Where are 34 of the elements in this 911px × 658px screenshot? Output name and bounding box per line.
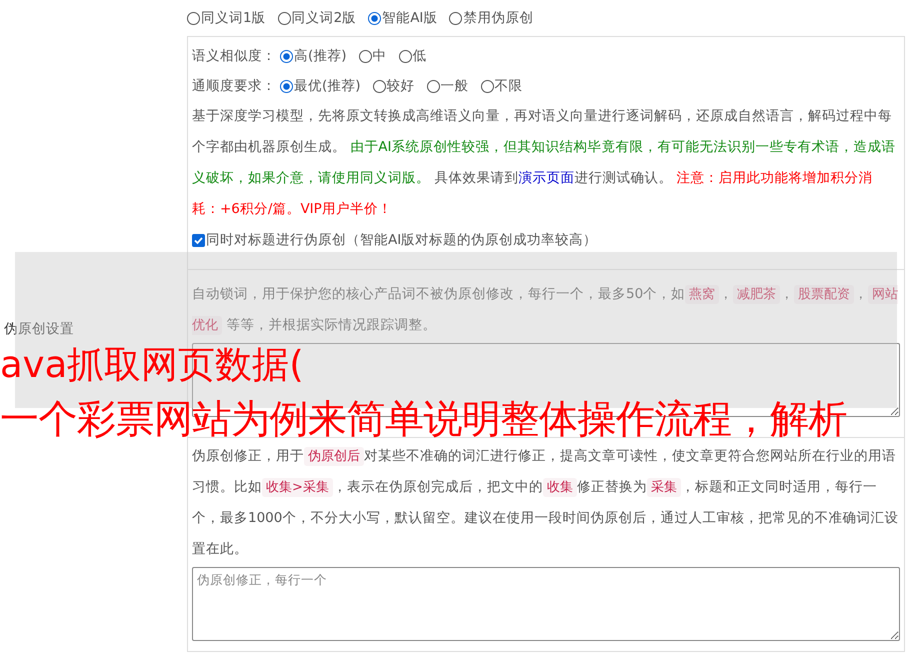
checkbox[interactable] (192, 234, 205, 246)
section-label: 伪原创设置 (4, 320, 74, 338)
field-label: 语义相似度： (192, 47, 276, 65)
demo-page-link[interactable]: 演示页面 (518, 170, 574, 186)
description-text: 基于深度学习模型，先将原文转换成高维语义向量，再对语义向量进行逐词解码，还原成自然语言，解码过程中每个字都由机器原创生成。 由于AI系统原创性较强，但其知识结构毕竟有限，有可能无法识别一些专有术语，造成语义破坏，如果介意，请使用同义词版。 具体效果请到演示页面进行测试确认。 注意：启用此功能将增加积分消耗：+6积分/篇。VIP用户半价！ (192, 107, 897, 219)
radio-button[interactable] (368, 12, 382, 24)
radio-button[interactable] (280, 50, 293, 62)
radio-option[interactable]: 同义词1版 (187, 9, 266, 27)
radio-option[interactable]: 禁用伪原创 (449, 9, 534, 27)
radio-button[interactable] (278, 12, 291, 24)
radio-button[interactable] (187, 12, 200, 24)
radio-option[interactable]: 智能AI版 (368, 9, 438, 27)
radio-button[interactable] (358, 50, 372, 62)
radio-option[interactable]: 低 (398, 47, 427, 65)
field-label: 通顺度要求： (192, 77, 276, 95)
radio-option[interactable]: 一般 (426, 77, 469, 95)
checkbox-option[interactable]: 同时对标题进行伪原创（智能AI版对标题的伪原创成功率较高） (192, 225, 598, 255)
radio-button[interactable] (398, 50, 412, 62)
radio-button[interactable] (372, 80, 386, 92)
description-text: 自动锁词，用于保护您的核心产品词不被伪原创修改，每行一个，最多50个，如 燕窝 ， 减肥茶 ， 股票配资 ， 网站优化 等等，并根据实际情况跟踪调整。 (192, 284, 900, 337)
radio-option[interactable]: 较好 (372, 77, 415, 95)
banner-title-text: ava抓取网页数据( (0, 342, 304, 388)
radio-option[interactable]: 高(推荐) (280, 47, 347, 65)
radio-button[interactable] (449, 12, 462, 24)
radio-option[interactable]: 最优(推荐) (280, 77, 361, 95)
radio-option[interactable]: 中 (358, 47, 387, 65)
radio-option[interactable]: 同义词2版 (278, 9, 356, 27)
radio-button[interactable] (280, 80, 293, 92)
radio-button[interactable] (426, 80, 440, 92)
radio-button[interactable] (480, 80, 494, 92)
radio-option[interactable]: 不限 (480, 77, 523, 95)
input-field[interactable]: 伪原创修正，每行一个 (192, 567, 900, 641)
banner-title-text: 一个彩票网站为例来简单说明整体操作流程，解析 (0, 396, 847, 444)
description-text: 伪原创修正，用于 伪原创后 对某些不准确的词汇进行修正，提高文章可读性，使文章更符合您网站所在行业的用语习惯。比如 收集>采集 ，表示在伪原创完成后，把文中的 收集 修正替换为 采集 ，标题和正文同时适用，每行一个，最多1000个，不分大小写，默认留空。建议在使用一段时间伪原创后，通过人工审核，把常见的不准确词汇设置在此。 (192, 446, 900, 559)
